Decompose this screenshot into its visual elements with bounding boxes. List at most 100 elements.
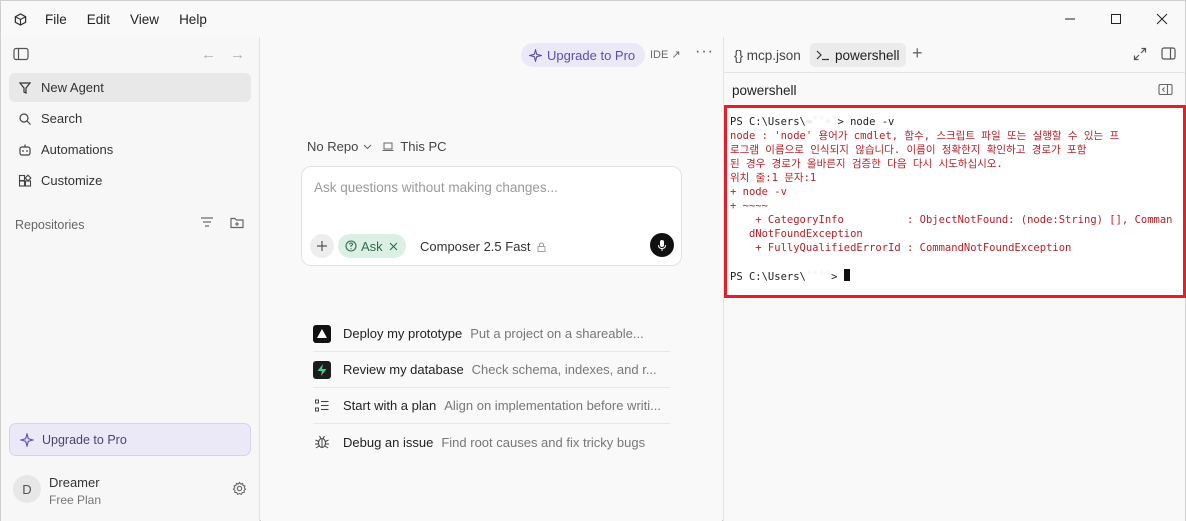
chevron-down-icon (363, 144, 372, 150)
repo-selector[interactable]: No Repo (307, 139, 372, 154)
minimize-button[interactable] (1047, 1, 1093, 37)
terminal-line: PS C:\Users\˙˙˙˙> (730, 269, 1183, 284)
sidebar-item-automations[interactable]: Automations (9, 135, 251, 164)
suggestion-debug[interactable]: Debug an issue Find root causes and fix … (313, 424, 670, 460)
maximize-button[interactable] (1093, 1, 1139, 37)
forward-arrow-icon[interactable]: → (230, 46, 245, 63)
add-folder-icon[interactable] (230, 216, 245, 232)
user-name: Dreamer (49, 475, 100, 490)
suggestion-desc: Check schema, indexes, and r... (471, 362, 657, 377)
search-icon (17, 111, 33, 127)
repositories-heading: Repositories (15, 218, 85, 232)
suggestion-plan[interactable]: Start with a plan Align on implementatio… (313, 388, 670, 424)
location-selector[interactable]: This PC (382, 139, 447, 154)
menu-view[interactable]: View (120, 8, 169, 31)
more-options-icon[interactable]: ··· (695, 43, 714, 61)
error-line: node : 'node' 용어가 cmdlet, 함수, 스크립트 파일 또는… (730, 130, 1120, 142)
lock-icon (537, 242, 546, 252)
agent-icon (17, 80, 33, 96)
new-tab-icon[interactable]: + (912, 43, 923, 64)
filter-icon[interactable] (200, 216, 214, 232)
error-line: + node -v (730, 186, 787, 198)
laptop-icon (382, 142, 394, 152)
menu-edit[interactable]: Edit (77, 8, 120, 31)
suggestion-title: Debug an issue (343, 434, 434, 450)
error-line: 위치 줄:1 문자:1 (730, 172, 817, 184)
settings-gear-icon[interactable] (232, 481, 247, 499)
remove-chip-icon[interactable] (389, 242, 398, 251)
tab-powershell[interactable]: powershell (810, 43, 906, 67)
expand-icon[interactable] (1133, 47, 1147, 64)
sidebar-item-search[interactable]: Search (9, 104, 251, 133)
tab-mcp-json[interactable]: {} mcp.json (728, 43, 807, 67)
terminal-cursor (843, 269, 850, 281)
vercel-triangle-icon (313, 324, 331, 343)
plus-icon (317, 241, 327, 251)
composer-box[interactable]: Ask questions without making changes... … (301, 166, 682, 266)
error-line: dNotFoundException (730, 228, 863, 240)
panel-toggle-icon[interactable] (1161, 47, 1176, 64)
suggestion-title: Review my database (343, 362, 464, 377)
sidebar-toggle-icon[interactable] (13, 47, 29, 64)
minimize-icon (1065, 18, 1075, 20)
close-button[interactable] (1139, 1, 1185, 37)
sidebar-item-new-agent[interactable]: New Agent (9, 73, 251, 102)
error-line: 로그램 이름으로 인식되지 않습니다. 이름이 정확한지 확인하고 경로가 포함 (730, 144, 1087, 156)
sidebar-item-label: Automations (41, 142, 114, 157)
suggestion-desc: Put a project on a shareable... (470, 326, 644, 341)
prompt-end: > (831, 271, 838, 283)
menu-file[interactable]: File (35, 8, 77, 31)
pane-actions (1133, 47, 1176, 64)
ide-link[interactable]: IDE ↗ (650, 48, 681, 61)
microphone-button[interactable] (650, 233, 674, 257)
redacted-username: ˙˙˙˙ (805, 271, 832, 283)
error-line: 된 경우 경로가 올바른지 검증한 다음 다시 시도하십시오. (730, 158, 1003, 170)
sidebar-item-label: New Agent (41, 80, 104, 95)
terminal-output[interactable]: PS C:\Users\~˙˙·˙> node -v node : 'node'… (724, 105, 1186, 298)
sparkle-icon (20, 432, 34, 447)
repo-selector-row: No Repo This PC (307, 139, 447, 154)
avatar: D (13, 475, 41, 503)
model-selector[interactable]: Composer 2.5 Fast (420, 239, 546, 254)
checklist-icon (313, 397, 331, 415)
location-label: This PC (400, 139, 447, 154)
suggestion-database[interactable]: Review my database Check schema, indexes… (313, 352, 670, 388)
ask-label: Ask (361, 238, 383, 254)
upgrade-pro-button[interactable]: Upgrade to Pro (521, 43, 646, 67)
terminal-line: PS C:\Users\~˙˙·˙> node -v (730, 115, 1183, 129)
customize-icon (17, 173, 33, 189)
main-panel: Upgrade to Pro IDE ↗ ··· No Repo This PC… (261, 37, 722, 521)
model-name: Composer 2.5 Fast (420, 239, 531, 254)
sidebar-header: ← → (1, 37, 259, 73)
suggestion-title: Deploy my prototype (343, 326, 463, 341)
back-arrow-icon[interactable]: ← (201, 46, 216, 63)
upgrade-label: Upgrade to Pro (42, 432, 127, 447)
right-pane: {} mcp.json powershell + powershell PS C… (723, 37, 1186, 521)
window-controls (1047, 1, 1185, 37)
sparkle-icon (529, 48, 542, 62)
app-window: File Edit View Help ← → New Agent Search… (0, 0, 1186, 521)
collapse-panel-icon[interactable] (1158, 83, 1173, 99)
error-line: + CategoryInfo : ObjectNotFound: (node:S… (730, 214, 1173, 226)
repositories-actions (200, 216, 245, 232)
supabase-icon (313, 360, 331, 379)
app-logo-icon (13, 12, 27, 26)
terminal-icon (816, 49, 830, 61)
sidebar-item-label: Customize (41, 173, 103, 188)
menu-help[interactable]: Help (169, 8, 217, 31)
sidebar-item-customize[interactable]: Customize (9, 166, 251, 195)
prompt-text: PS C:\Users\ (730, 271, 806, 283)
pane-title: powershell (732, 83, 797, 98)
composer-input[interactable]: Ask questions without making changes... (314, 180, 558, 195)
repo-label: No Repo (307, 139, 359, 154)
user-profile[interactable]: D Dreamer Free Plan (13, 473, 253, 509)
error-line: + ~~~~ (730, 200, 768, 212)
ask-mode-chip[interactable]: Ask (338, 234, 406, 258)
suggestion-title: Start with a plan (343, 398, 437, 413)
suggestion-deploy[interactable]: Deploy my prototype Put a project on a s… (313, 316, 670, 352)
add-context-button[interactable] (310, 234, 334, 258)
sidebar-upgrade-button[interactable]: Upgrade to Pro (9, 423, 251, 456)
automations-icon (17, 142, 33, 158)
question-icon (345, 240, 357, 252)
